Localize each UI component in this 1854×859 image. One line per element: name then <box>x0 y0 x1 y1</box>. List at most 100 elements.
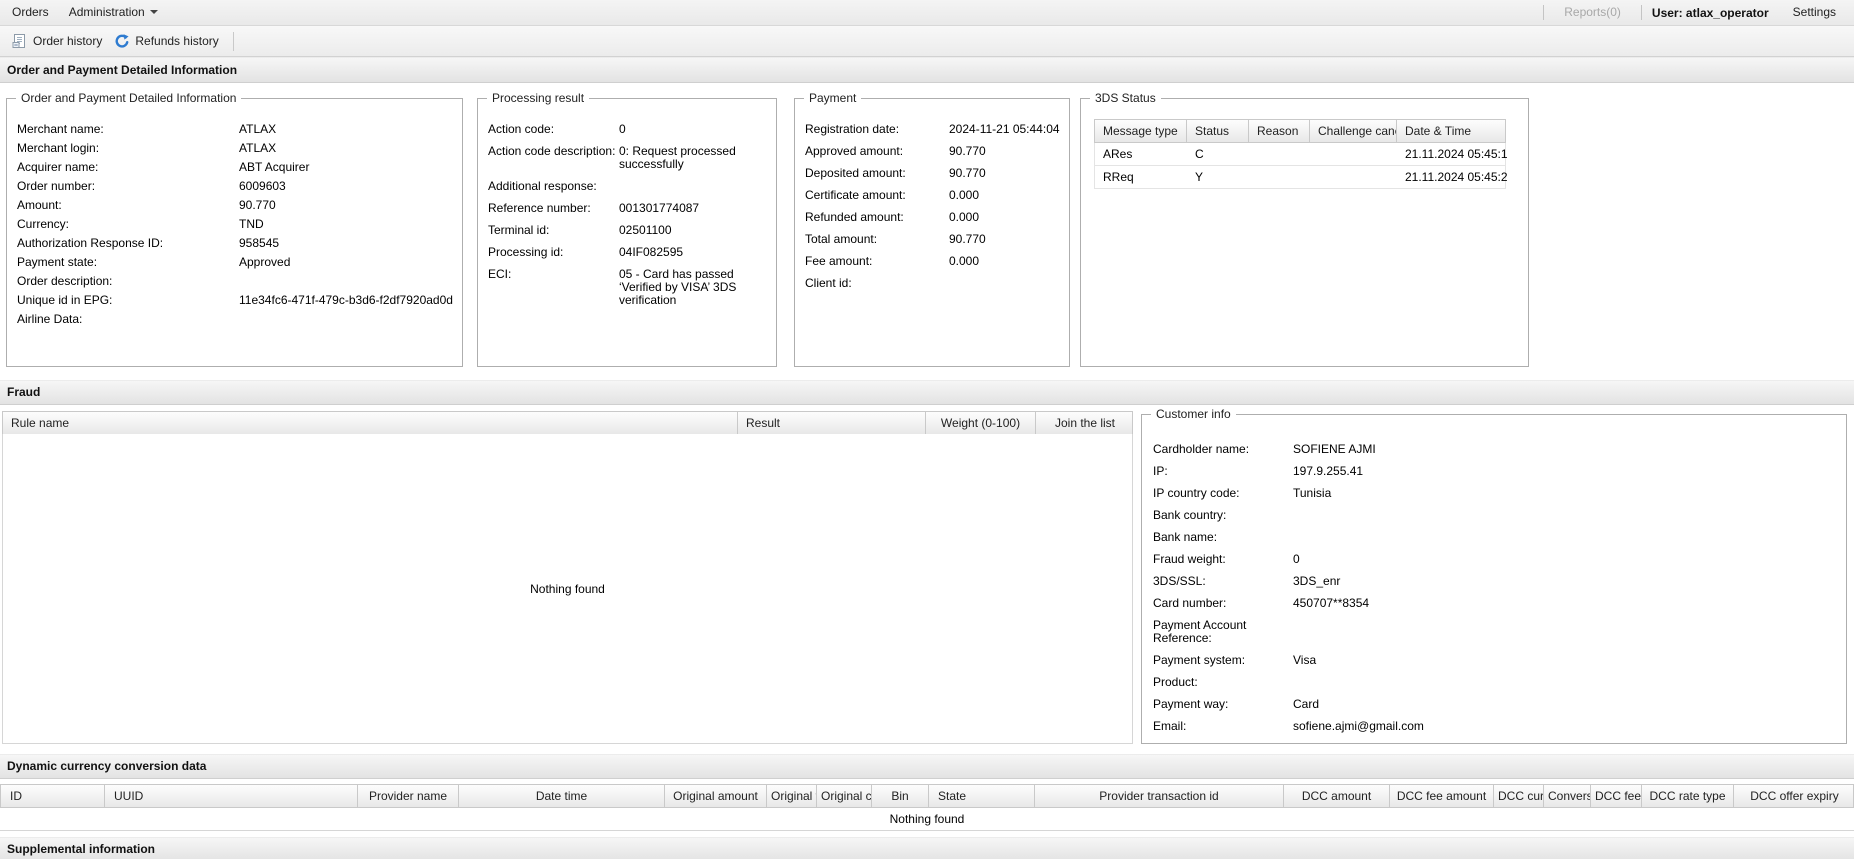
payment-fields: Registration date: 2024-11-21 05:44:04 App… <box>795 99 1069 290</box>
field-value: 04IF082595 <box>619 245 684 259</box>
field-value: Card <box>1293 697 1320 711</box>
field-row: Currency: TND <box>17 218 454 231</box>
customer-info-panel: Customer info Cardholder name: SOFIENE AJ… <box>1141 407 1847 744</box>
column-header[interactable]: Conversi <box>1544 785 1591 807</box>
column-header[interactable]: DCC amount <box>1284 785 1390 807</box>
table-cell <box>1249 143 1310 165</box>
toolbar-separator <box>232 31 234 51</box>
field-label: Total amount: <box>805 232 878 246</box>
processing-result-panel: Processing result Action code: 0 Action co… <box>477 91 777 367</box>
field-row: Refunded amount: 0.000 <box>805 211 1061 224</box>
field-label: Certificate amount: <box>805 188 906 202</box>
tds-table-body: ARes C 21.11.2024 05:45:16 RReq Y 21.11.2024 … <box>1094 143 1507 189</box>
field-value: ATLAX <box>239 141 277 155</box>
column-header[interactable]: Message type <box>1095 120 1187 142</box>
column-header[interactable]: DCC offer expiry <box>1734 785 1854 807</box>
menu-item-administration[interactable]: Administration <box>59 0 168 25</box>
fraud-table-body: Nothing found <box>2 434 1133 744</box>
field-row: Fraud weight: 0 <box>1153 553 1838 566</box>
order-history-label: Order history <box>33 34 103 48</box>
dcc-section-title: Dynamic currency conversion data <box>7 759 207 773</box>
field-label: Cardholder name: <box>1153 442 1250 456</box>
payment-panel: Payment Registration date: 2024-11-21 05:… <box>794 91 1070 367</box>
column-header[interactable]: Weight (0-100) <box>926 412 1036 434</box>
column-header[interactable]: Challenge cancel <box>1310 120 1397 142</box>
column-header[interactable]: Original f <box>767 785 817 807</box>
dcc-empty-text: Nothing found <box>889 812 965 826</box>
field-value: 958545 <box>239 236 280 250</box>
column-header[interactable]: Date & Time <box>1397 120 1507 142</box>
field-row: ECI: 05 - Card has passed ‘Verified by VI… <box>488 268 768 307</box>
field-row: Card number: 450707**8354 <box>1153 597 1838 610</box>
table-row[interactable]: ARes C 21.11.2024 05:45:16 <box>1094 143 1507 166</box>
field-value: Approved <box>239 255 291 269</box>
field-label: IP: <box>1153 464 1168 478</box>
field-value <box>1293 676 1838 689</box>
field-value: 90.770 <box>239 198 276 212</box>
table-row[interactable]: RReq Y 21.11.2024 05:45:29 <box>1094 166 1507 189</box>
column-header[interactable]: Provider transaction id <box>1035 785 1284 807</box>
field-row: Registration date: 2024-11-21 05:44:04 <box>805 123 1061 136</box>
order-history-button[interactable]: Order history <box>6 30 108 52</box>
column-header[interactable]: Join the list <box>1036 412 1134 434</box>
column-header[interactable]: ID <box>1 785 105 807</box>
field-label: Amount: <box>17 198 62 212</box>
field-label: Merchant login: <box>17 141 100 155</box>
field-label: Card number: <box>1153 596 1227 610</box>
column-header[interactable]: DCC fee <box>1591 785 1642 807</box>
column-header[interactable]: DCC rate type <box>1642 785 1734 807</box>
field-label: Order description: <box>17 274 113 288</box>
field-row: Action code description: 0: Request proce… <box>488 145 768 171</box>
field-label: Payment system: <box>1153 653 1246 667</box>
column-header[interactable]: DCC fee amount <box>1390 785 1494 807</box>
column-header[interactable]: Bin <box>872 785 929 807</box>
field-value: Visa <box>1293 653 1317 667</box>
fraud-empty-text: Nothing found <box>530 581 605 596</box>
dcc-table-header: ID UUID Provider name Date time Original amo… <box>0 784 1854 808</box>
field-row: Product: <box>1153 676 1838 689</box>
column-header[interactable]: DCC curr <box>1494 785 1544 807</box>
column-header[interactable]: Provider name <box>358 785 459 807</box>
field-label: Refunded amount: <box>805 210 904 224</box>
field-value: 0 <box>1293 552 1300 566</box>
menu-item-administration-label: Administration <box>68 5 145 19</box>
field-row: Terminal id: 02501100 <box>488 224 768 237</box>
processing-result-panel-title: Processing result <box>487 91 590 105</box>
page-title-bar: Order and Payment Detailed Information <box>0 57 1854 83</box>
column-header[interactable]: UUID <box>105 785 358 807</box>
menu-item-orders[interactable]: Orders <box>8 0 59 25</box>
field-value: ATLAX <box>239 122 277 136</box>
field-value: 001301774087 <box>619 201 700 215</box>
column-header[interactable]: Rule name <box>3 412 738 434</box>
field-label: Bank country: <box>1153 508 1227 522</box>
field-label: Currency: <box>17 217 70 231</box>
field-value: SOFIENE AJMI <box>1293 442 1376 456</box>
table-cell: 21.11.2024 05:45:29 <box>1405 170 1507 184</box>
order-history-icon <box>12 34 25 48</box>
column-header[interactable]: Result <box>738 412 926 434</box>
field-row: Approved amount: 90.770 <box>805 145 1061 158</box>
field-row: Amount: 90.770 <box>17 199 454 212</box>
column-header[interactable]: Reason <box>1249 120 1310 142</box>
menu-item-reports[interactable]: Reports(0) <box>1554 0 1631 25</box>
table-cell: ARes <box>1103 147 1133 161</box>
field-value: 90.770 <box>949 144 986 158</box>
order-info-fields: Merchant name: ATLAX Merchant login: ATLAX A… <box>7 99 462 326</box>
column-header[interactable]: Date time <box>459 785 665 807</box>
field-label: ECI: <box>488 267 512 281</box>
column-header[interactable]: Original amount <box>665 785 767 807</box>
field-label: Additional response: <box>488 179 597 193</box>
refunds-history-button[interactable]: Refunds history <box>108 30 224 52</box>
column-header[interactable]: Status <box>1187 120 1249 142</box>
field-label: Authorization Response ID: <box>17 236 164 250</box>
field-value: 11e34fc6-471f-479c-b3d6-f2df7920ad0d <box>239 293 453 307</box>
column-header[interactable]: State <box>929 785 1035 807</box>
field-row: Cardholder name: SOFIENE AJMI <box>1153 443 1838 456</box>
menu-item-settings[interactable]: Settings <box>1783 0 1846 25</box>
field-value: TND <box>239 217 264 231</box>
field-label: Airline Data: <box>17 312 83 326</box>
field-row: Payment system: Visa <box>1153 654 1838 667</box>
column-header[interactable]: Original c <box>817 785 872 807</box>
refunds-history-label: Refunds history <box>135 34 219 48</box>
tds-status-panel-title: 3DS Status <box>1090 91 1161 105</box>
